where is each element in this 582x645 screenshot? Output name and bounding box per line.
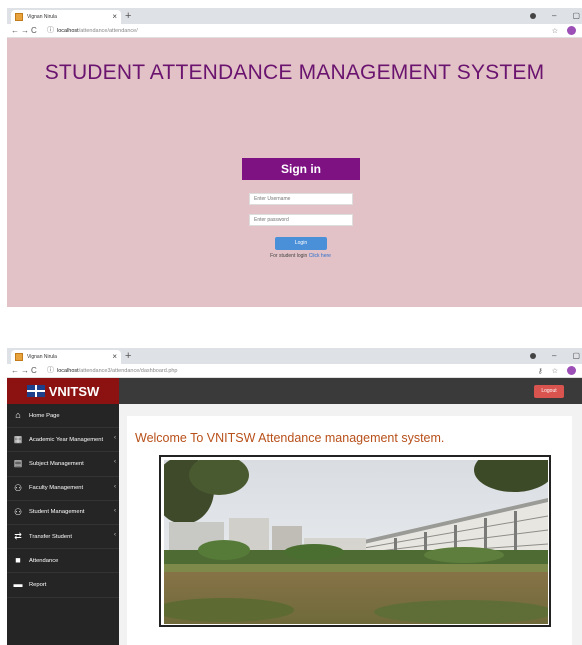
username-input[interactable] <box>249 193 353 205</box>
calendar-icon: ▦ <box>13 434 23 445</box>
password-input[interactable] <box>249 214 353 226</box>
chevron-left-icon: ‹ <box>114 531 116 538</box>
brand-name: VNITSW <box>48 383 100 399</box>
chevron-left-icon: ‹ <box>114 507 116 514</box>
profile-dot-icon[interactable] <box>529 13 536 19</box>
sidebar-item-label: Academic Year Management <box>29 436 104 443</box>
new-tab-icon[interactable]: + <box>125 349 131 363</box>
chevron-left-icon: ‹ <box>114 483 116 490</box>
browser-tab-bar: Vignan Nirula × + – ▢ <box>7 348 582 364</box>
url-field[interactable]: localhost/attendance/attendance/ <box>57 28 138 34</box>
flag-icon <box>26 385 45 397</box>
campus-image <box>164 460 548 624</box>
sidebar-item-2[interactable]: ▤ Subject Management ‹ <box>7 452 119 477</box>
sidebar-item-0[interactable]: ⌂ Home Page <box>7 404 119 429</box>
chevron-left-icon: ‹ <box>114 435 116 442</box>
signin-header: Sign in <box>242 158 360 180</box>
favicon-icon <box>15 353 23 361</box>
window-controls: – ▢ <box>529 350 580 362</box>
dashboard-page: VNITSW Logout ⌂ Home Page ▦ Academic Year M… <box>7 378 582 645</box>
key-icon[interactable]: ⚷ <box>538 367 543 375</box>
reload-icon[interactable]: C <box>31 366 41 375</box>
book-icon: ▤ <box>13 458 23 469</box>
minimize-icon[interactable]: – <box>552 350 556 362</box>
favicon-icon <box>15 13 23 21</box>
browser-tab[interactable]: Vignan Nirula × <box>11 10 121 24</box>
sidebar-item-label: Transfer Student <box>29 533 72 540</box>
address-bar: ← → C ⓘ localhost/attendance/attendance/… <box>7 24 582 38</box>
sidebar-item-5[interactable]: ⇄ Transfer Student ‹ <box>7 525 119 550</box>
browser-tab[interactable]: Vignan Nirula × <box>11 350 121 364</box>
url-field[interactable]: localhost/attendance3/attendance/dashboa… <box>57 368 178 374</box>
sidebar-item-label: Student Management <box>29 509 85 516</box>
sidebar-item-4[interactable]: ⚇ Student Management ‹ <box>7 501 119 525</box>
student-login-link[interactable]: Click here <box>309 253 331 259</box>
sidebar-item-label: Attendance <box>29 557 59 564</box>
sidebar-item-label: Subject Management <box>29 460 84 467</box>
student-login-line: For student login Click here <box>7 253 582 259</box>
sidebar-item-1[interactable]: ▦ Academic Year Management ‹ <box>7 428 119 453</box>
transfer-icon: ⇄ <box>14 531 22 542</box>
login-browser-window: Vignan Nirula × + – ▢ ← → C ⓘ localhost/… <box>7 8 582 307</box>
sidebar-item-label: Faculty Management <box>29 485 84 492</box>
maximize-icon[interactable]: ▢ <box>572 350 580 362</box>
new-tab-icon[interactable]: + <box>125 9 131 23</box>
tab-title: Vignan Nirula <box>27 354 57 360</box>
profile-avatar[interactable] <box>567 26 576 35</box>
login-button[interactable]: Login <box>275 237 327 250</box>
file-icon: ■ <box>15 555 21 566</box>
tab-title: Vignan Nirula <box>27 14 57 20</box>
maximize-icon[interactable]: ▢ <box>572 10 580 22</box>
welcome-heading: Welcome To VNITSW Attendance management … <box>135 431 445 445</box>
main-content: Welcome To VNITSW Attendance management … <box>119 404 582 645</box>
sidebar-item-6[interactable]: ■ Attendance <box>7 549 119 574</box>
users-icon: ⚇ <box>13 506 23 517</box>
dashboard-browser-window: Vignan Nirula × + – ▢ ← → C ⓘ localhost/… <box>7 348 582 645</box>
browser-tab-bar: Vignan Nirula × + – ▢ <box>7 8 582 24</box>
info-icon[interactable]: ⓘ <box>47 27 54 34</box>
campus-photo <box>159 455 551 627</box>
reload-icon[interactable]: C <box>31 26 41 35</box>
student-login-text: For student login <box>270 253 308 259</box>
close-tab-icon[interactable]: × <box>112 13 117 21</box>
profile-dot-icon[interactable] <box>529 353 536 359</box>
back-icon[interactable]: ← <box>11 26 21 35</box>
sidebar: ⌂ Home Page ▦ Academic Year Management ‹ ▤ Sub… <box>7 404 119 645</box>
info-icon[interactable]: ⓘ <box>47 367 54 374</box>
users-icon: ⚇ <box>13 482 23 493</box>
login-page: STUDENT ATTENDANCE MANAGEMENT SYSTEM Sig… <box>7 38 582 307</box>
minimize-icon[interactable]: – <box>552 10 556 22</box>
home-icon: ⌂ <box>15 410 21 421</box>
close-tab-icon[interactable]: × <box>112 353 117 361</box>
logout-button[interactable]: Logout <box>534 385 564 398</box>
brand-logo[interactable]: VNITSW <box>7 378 119 404</box>
sidebar-item-3[interactable]: ⚇ Faculty Management ‹ <box>7 477 119 501</box>
page-title: STUDENT ATTENDANCE MANAGEMENT SYSTEM <box>44 61 545 84</box>
sidebar-item-label: Home Page <box>29 412 60 419</box>
profile-avatar[interactable] <box>567 366 576 375</box>
forward-icon[interactable]: → <box>21 366 31 375</box>
address-bar: ← → C ⓘ localhost/attendance3/attendance… <box>7 364 582 378</box>
top-navbar: VNITSW Logout <box>7 378 582 404</box>
sidebar-item-7[interactable]: ▬ Report <box>7 573 119 598</box>
window-controls: – ▢ <box>529 10 580 22</box>
content-panel: Welcome To VNITSW Attendance management … <box>127 416 572 645</box>
chevron-left-icon: ‹ <box>114 459 116 466</box>
star-icon[interactable]: ☆ <box>552 27 558 35</box>
back-icon[interactable]: ← <box>11 366 21 375</box>
folder-icon: ▬ <box>13 579 23 590</box>
star-icon[interactable]: ☆ <box>552 367 558 375</box>
sidebar-item-label: Report <box>29 581 47 588</box>
forward-icon[interactable]: → <box>21 26 31 35</box>
